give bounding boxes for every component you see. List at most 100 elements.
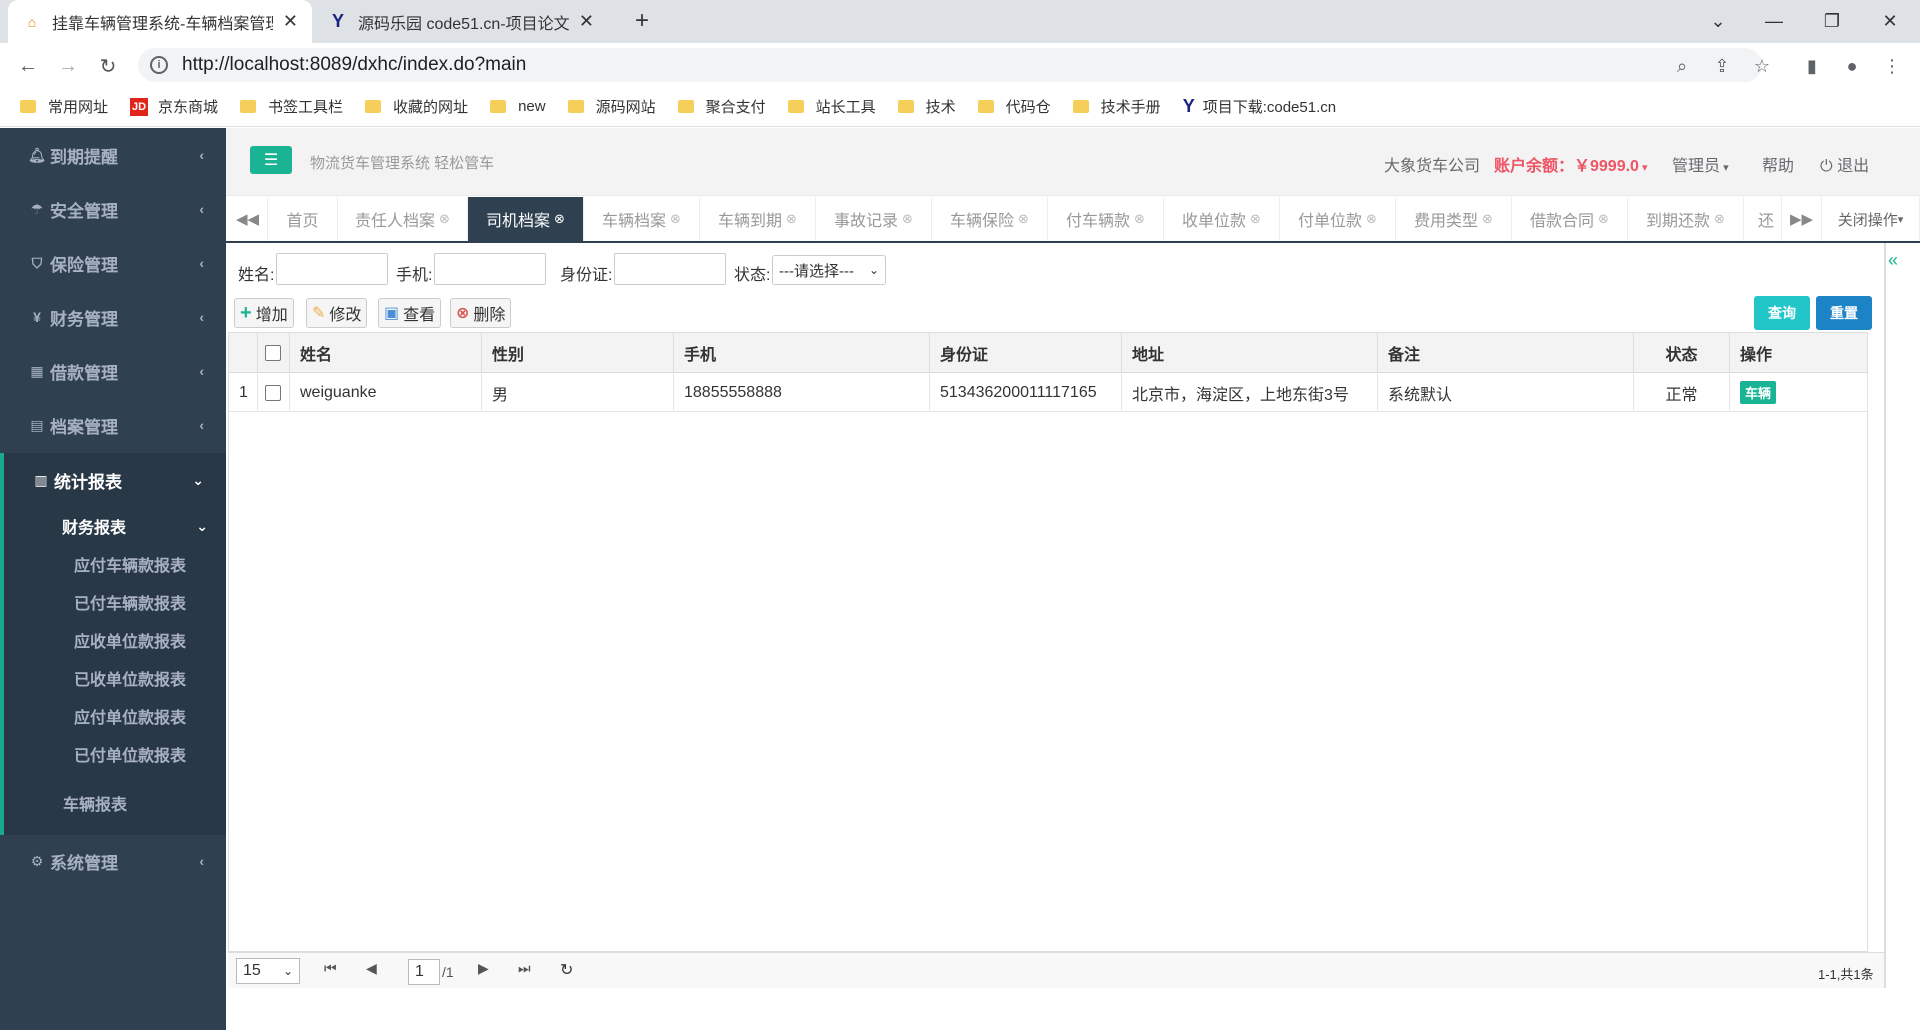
window-close-icon[interactable]: ✕ bbox=[1862, 0, 1918, 43]
column-header[interactable]: 地址 bbox=[1122, 333, 1378, 373]
menu-icon[interactable]: ⋮ bbox=[1876, 50, 1908, 82]
close-icon[interactable]: ⊗ bbox=[670, 211, 681, 227]
tab-scroll-left-icon[interactable]: ◀◀ bbox=[228, 197, 268, 241]
help-link[interactable]: 帮助 bbox=[1762, 152, 1794, 176]
first-page-icon[interactable]: ⏮ bbox=[324, 960, 337, 977]
browser-tab-active[interactable]: ⌂ 挂靠车辆管理系统-车辆档案管理 ✕ bbox=[8, 0, 312, 43]
view-button[interactable]: ▣ 查看 bbox=[378, 298, 442, 328]
column-header[interactable]: 状态 bbox=[1634, 333, 1730, 373]
id-card-input[interactable] bbox=[614, 253, 726, 285]
back-icon[interactable]: ← bbox=[12, 50, 44, 82]
tab-search-icon[interactable]: ⌄ bbox=[1690, 0, 1746, 43]
query-button[interactable]: 查询 bbox=[1754, 296, 1810, 330]
tab-loan-contract[interactable]: 借款合同 ⊗ bbox=[1512, 197, 1628, 241]
bookmark[interactable]: 收藏的网址 bbox=[365, 96, 468, 117]
close-icon[interactable]: ✕ bbox=[579, 11, 594, 32]
tab-home[interactable]: 首页 bbox=[268, 197, 338, 241]
share-icon[interactable]: ⇪ bbox=[1706, 50, 1738, 82]
tab-pay-vehicle[interactable]: 付车辆款 ⊗ bbox=[1048, 197, 1164, 241]
close-icon[interactable]: ⊗ bbox=[1714, 211, 1725, 227]
close-icon[interactable]: ⊗ bbox=[902, 211, 913, 227]
sidebar-sub-vehicle-reports[interactable]: 车辆报表 bbox=[0, 784, 226, 822]
close-icon[interactable]: ⊗ bbox=[1134, 211, 1145, 227]
tab-repayment[interactable]: 还 bbox=[1744, 197, 1782, 241]
bookmark[interactable]: 技术 bbox=[897, 96, 956, 117]
browser-tab[interactable]: Y 源码乐园 code51.cn-项目论文代 ✕ bbox=[314, 0, 608, 43]
logout-link[interactable]: ⏻ 退出 bbox=[1820, 152, 1869, 176]
tab-fee-types[interactable]: 费用类型 ⊗ bbox=[1396, 197, 1512, 241]
sidebar-item-safety[interactable]: ☂ 安全管理 ‹ bbox=[0, 182, 226, 236]
account-balance[interactable]: 账户余额：￥9999.0 ▾ bbox=[1494, 152, 1648, 176]
close-icon[interactable]: ✕ bbox=[283, 11, 298, 32]
tab-accident-records[interactable]: 事故记录 ⊗ bbox=[816, 197, 932, 241]
sidebar-sub-item[interactable]: 应收单位款报表 bbox=[0, 621, 226, 659]
edit-button[interactable]: ✎ 修改 bbox=[306, 298, 368, 328]
sidebar-item-expiry-reminder[interactable]: 🔔︎ 到期提醒 ‹ bbox=[0, 128, 226, 182]
sidebar-sub-item[interactable]: 已付车辆款报表 bbox=[0, 583, 226, 621]
sidebar-sub-finance-reports[interactable]: 财务报表 ⌄ bbox=[0, 507, 226, 545]
close-icon[interactable]: ⊗ bbox=[554, 211, 565, 227]
sidebar-item-reports[interactable]: ▥ 统计报表 ⌄ bbox=[0, 453, 226, 507]
minimize-icon[interactable]: — bbox=[1746, 0, 1802, 43]
bookmark[interactable]: JD 京东商城 bbox=[130, 96, 218, 117]
sidebar-item-archive[interactable]: ▤ 档案管理 ‹ bbox=[0, 398, 226, 452]
tab-receive-unit[interactable]: 收单位款 ⊗ bbox=[1164, 197, 1280, 241]
double-chevron-left-icon[interactable]: « bbox=[1888, 250, 1898, 271]
column-header[interactable]: 姓名 bbox=[290, 333, 482, 373]
restore-icon[interactable]: ❐ bbox=[1804, 0, 1860, 43]
menu-toggle-button[interactable]: ☰ bbox=[250, 146, 292, 174]
admin-menu[interactable]: 管理员 ▾ bbox=[1672, 152, 1729, 176]
reload-icon[interactable]: ↻ bbox=[92, 50, 124, 82]
delete-button[interactable]: ⊗ 删除 bbox=[450, 298, 512, 328]
column-header[interactable]: 性别 bbox=[482, 333, 674, 373]
page-size-select[interactable]: 15 ⌄ bbox=[236, 958, 300, 984]
bookmark[interactable]: 常用网址 bbox=[20, 96, 108, 117]
sidebar-item-loan[interactable]: ▦ 借款管理 ‹ bbox=[0, 344, 226, 398]
add-button[interactable]: + 增加 bbox=[234, 298, 294, 328]
sidebar-item-system[interactable]: ⚙ 系统管理 ‹ bbox=[0, 834, 226, 888]
bookmark[interactable]: new bbox=[490, 98, 546, 115]
tab-scroll-right-icon[interactable]: ▶▶ bbox=[1782, 197, 1822, 241]
sidebar-sub-item[interactable]: 应付车辆款报表 bbox=[0, 545, 226, 583]
prev-page-icon[interactable]: ◀ bbox=[366, 960, 377, 977]
column-header[interactable]: 操作 bbox=[1730, 333, 1868, 373]
close-operations-menu[interactable]: 关闭操作 ▾ bbox=[1822, 197, 1920, 241]
vehicle-button[interactable]: 车辆 bbox=[1740, 381, 1777, 404]
tab-vehicle-archive[interactable]: 车辆档案 ⊗ bbox=[584, 197, 700, 241]
close-icon[interactable]: ⊗ bbox=[439, 211, 450, 227]
next-page-icon[interactable]: ▶ bbox=[478, 960, 489, 977]
column-header[interactable]: 身份证 bbox=[930, 333, 1122, 373]
bookmark[interactable]: 源码网站 bbox=[567, 96, 656, 117]
bookmark[interactable]: Y 项目下载:code51.cn bbox=[1183, 96, 1336, 117]
tab-driver-archive[interactable]: 司机档案 ⊗ bbox=[468, 197, 584, 241]
sidebar-sub-item[interactable]: 应付单位款报表 bbox=[0, 697, 226, 735]
sidebar-item-finance[interactable]: ¥ 财务管理 ‹ bbox=[0, 290, 226, 344]
address-bar[interactable]: i http://localhost:8089/dxhc/index.do?ma… bbox=[138, 48, 1762, 82]
sidebar-sub-item[interactable]: 已付单位款报表 bbox=[0, 735, 226, 773]
bookmark[interactable]: 代码仓 bbox=[977, 96, 1051, 117]
sidebar-sub-item[interactable]: 已收单位款报表 bbox=[0, 659, 226, 697]
zoom-icon[interactable]: ⌕ bbox=[1666, 50, 1698, 82]
select-all-checkbox[interactable] bbox=[265, 344, 281, 361]
status-select[interactable]: ---请选择--- ⌄ bbox=[772, 255, 886, 285]
column-header[interactable]: 备注 bbox=[1378, 333, 1634, 373]
bookmark[interactable]: 站长工具 bbox=[787, 96, 876, 117]
tab-vehicle-expiry[interactable]: 车辆到期 ⊗ bbox=[700, 197, 816, 241]
tab-responsible-archive[interactable]: 责任人档案 ⊗ bbox=[338, 197, 468, 241]
info-icon[interactable]: i bbox=[150, 56, 168, 74]
forward-icon[interactable]: → bbox=[52, 50, 84, 82]
page-number-input[interactable]: 1 bbox=[408, 959, 440, 985]
last-page-icon[interactable]: ⏭ bbox=[518, 960, 531, 977]
close-icon[interactable]: ⊗ bbox=[1250, 211, 1261, 227]
profile-icon[interactable]: ● bbox=[1836, 50, 1868, 82]
sidebar-item-insurance[interactable]: ⛉ 保险管理 ‹ bbox=[0, 236, 226, 290]
side-panel-icon[interactable]: ▮ bbox=[1796, 50, 1828, 82]
row-checkbox[interactable] bbox=[265, 384, 281, 401]
bookmark[interactable]: 书签工具栏 bbox=[240, 96, 343, 117]
name-input[interactable] bbox=[276, 253, 388, 285]
star-icon[interactable]: ☆ bbox=[1746, 50, 1778, 82]
reset-button[interactable]: 重置 bbox=[1816, 296, 1872, 330]
phone-input[interactable] bbox=[434, 253, 546, 285]
bookmark[interactable]: 聚合支付 bbox=[677, 96, 766, 117]
tab-pay-unit[interactable]: 付单位款 ⊗ bbox=[1280, 197, 1396, 241]
